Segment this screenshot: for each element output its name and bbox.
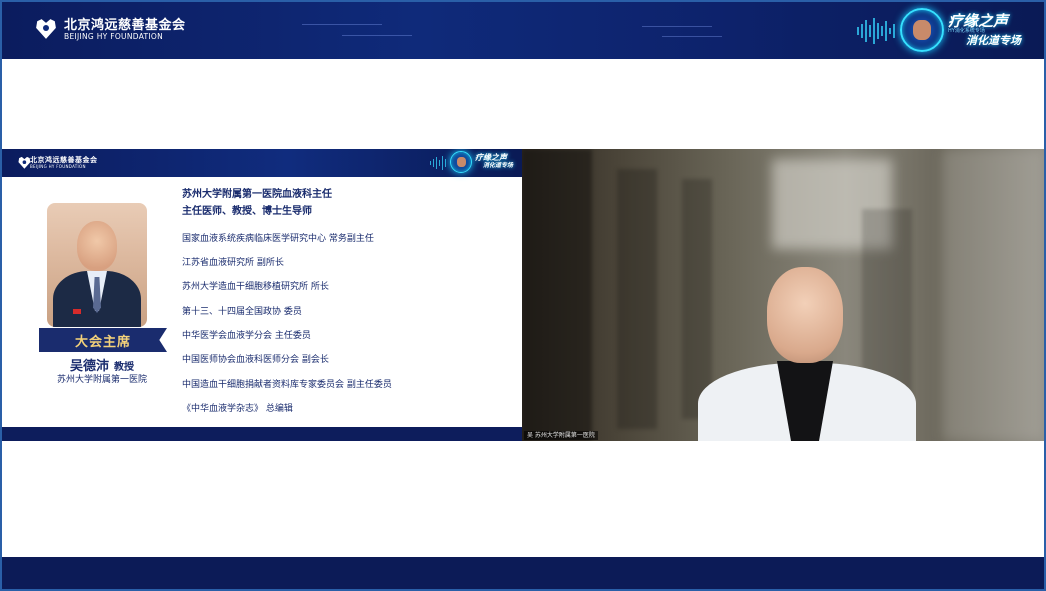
participant-label: 吴 苏州大学附属第一医院 bbox=[524, 431, 598, 440]
banner-streak bbox=[642, 26, 712, 27]
headline-line: 主任医师、教授、博士生导师 bbox=[182, 206, 312, 217]
slide-header: 北京鸿远慈善基金会 BEIJING HY FOUNDATION 疗缘之声 消化道… bbox=[2, 149, 522, 177]
headline-line: 苏州大学附属第一医院血液科主任 bbox=[182, 189, 332, 200]
slide-foundation-name-en: BEIJING HY FOUNDATION bbox=[30, 163, 86, 169]
duty-item: 《中华血液学杂志》 总编辑 bbox=[182, 404, 293, 414]
stomach-orb-icon bbox=[450, 151, 472, 173]
duty-item: 第十三、十四届全国政协 委员 bbox=[182, 307, 302, 317]
heart-logo-icon bbox=[16, 155, 27, 165]
banner-streak bbox=[662, 36, 722, 37]
committee-pin-icon bbox=[73, 309, 81, 314]
shared-slide: 北京鸿远慈善基金会 BEIJING HY FOUNDATION 疗缘之声 消化道… bbox=[2, 149, 522, 441]
slide-program-badge: 疗缘之声 消化道专场 bbox=[450, 151, 513, 173]
top-banner: 北京鸿远慈善基金会 BEIJING HY FOUNDATION 疗缘之声 HY消… bbox=[2, 2, 1044, 59]
participant-video[interactable]: 吴 苏州大学附属第一医院 bbox=[522, 149, 1044, 441]
sound-wave-icon bbox=[430, 155, 446, 171]
program-title: 疗缘之声 bbox=[948, 11, 1009, 30]
speaker-portrait bbox=[47, 203, 147, 327]
slide-program-track: 消化道专场 bbox=[483, 162, 514, 170]
duty-item: 中国造血干细胞捐献者资料库专家委员会 副主任委员 bbox=[182, 380, 392, 390]
bottom-bar bbox=[2, 557, 1044, 589]
duty-item: 中国医师协会血液科医师分会 副会长 bbox=[182, 355, 329, 365]
slide-foundation-logo: 北京鸿远慈善基金会 BEIJING HY FOUNDATION bbox=[16, 155, 98, 171]
heart-logo-icon bbox=[32, 16, 60, 44]
sound-wave-icon bbox=[857, 16, 895, 46]
banner-streak bbox=[342, 35, 412, 36]
foundation-name-cn: 北京鸿远慈善基金会 bbox=[64, 18, 186, 34]
duty-item: 苏州大学造血干细胞移植研究所 所长 bbox=[182, 282, 329, 292]
duty-item: 国家血液系统疾病临床医学研究中心 常务副主任 bbox=[182, 234, 374, 244]
foundation-logo: 北京鸿远慈善基金会 BEIJING HY FOUNDATION bbox=[32, 16, 186, 44]
participant-head bbox=[767, 267, 843, 363]
program-badge: 疗缘之声 HY消化系统专场 消化道专场 bbox=[900, 8, 1021, 52]
slide-footer bbox=[2, 427, 522, 441]
foundation-name-en: BEIJING HY FOUNDATION bbox=[64, 31, 164, 41]
duty-item: 中华医学会血液学分会 主任委员 bbox=[182, 331, 311, 341]
role-ribbon: 大会主席 bbox=[39, 328, 167, 352]
program-track: 消化道专场 bbox=[966, 33, 1021, 47]
duty-item: 江苏省血液研究所 副所长 bbox=[182, 258, 284, 268]
banner-streak bbox=[302, 24, 382, 25]
stomach-orb-icon bbox=[900, 8, 944, 52]
speaker-organization: 苏州大学附属第一医院 bbox=[56, 375, 147, 385]
